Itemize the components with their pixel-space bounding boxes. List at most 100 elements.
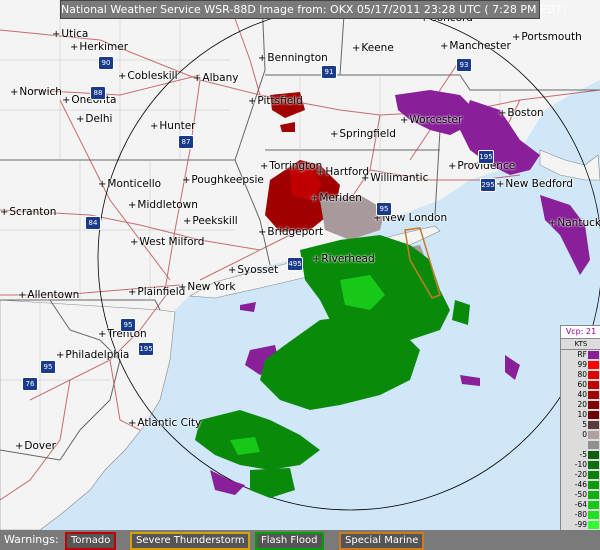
city-label: Philadelphia [56,349,129,362]
legend-entry-label: -5 [579,450,587,459]
legend-color-swatch [588,461,599,469]
interstate-shield: 95 [40,360,56,374]
legend-entry-label: 20 [577,400,587,409]
legend-entry: 20 [561,400,600,410]
city-label: Nantucket [548,217,600,230]
legend-color-swatch [588,351,599,359]
legend-color-swatch [588,451,599,459]
city-label: Springfield [330,128,396,141]
legend-entry-label: -99 [574,520,587,529]
city-label: Dover [15,440,56,453]
legend-color-swatch [588,391,599,399]
radar-image-title: National Weather Service WSR-88D Image f… [60,0,566,19]
legend-scale: RF99806040201050-5-10-20-46-50-64-80-99N… [561,350,600,530]
legend-entry-label: 80 [577,370,587,379]
legend-entry-label: 5 [582,420,587,429]
city-label: Plainfield [128,286,185,299]
city-label: Cobleskill [118,70,177,83]
velocity-legend: Vcp: 21 KTS RF 99 80 60 40 20 10 5 0 -5 -10 -20 -46-… [560,325,600,530]
city-label: Herkimer [70,41,128,54]
legend-entry-label: 60 [577,380,587,389]
interstate-shield: 87 [178,135,194,149]
legend-color-swatch [588,421,599,429]
legend-color-swatch [588,441,599,449]
legend-entry: -5 [561,450,600,460]
legend-color-swatch [588,491,599,499]
city-label: Peekskill [183,215,237,228]
city-label: Scranton [0,206,56,219]
city-label: New Bedford [496,178,573,191]
interstate-shield: 95 [120,318,136,332]
legend-color-swatch [588,371,599,379]
legend-entry-label: -50 [574,490,587,499]
city-label: Manchester [440,40,510,53]
warning-tornado[interactable]: Tornado [65,532,117,550]
city-label: Portsmouth [512,31,581,44]
city-label: Middletown [128,199,197,212]
legend-entry: RF [561,350,600,360]
legend-entry: -20 [561,470,600,480]
legend-color-swatch [588,431,599,439]
legend-color-swatch [588,381,599,389]
legend-entry-label: RF [577,350,587,359]
legend-color-swatch [588,481,599,489]
warning-severe-thunderstorm[interactable]: Severe Thunderstorm [130,532,251,550]
city-label: West Milford [130,236,204,249]
legend-entry-label: 99 [577,360,587,369]
city-label: Norwich [10,86,62,99]
legend-entry-label: -10 [574,460,587,469]
legend-entry: -80 [561,510,600,520]
legend-product: Vcp: 21 [561,326,600,339]
legend-entry: 10 [561,410,600,420]
interstate-shield: 295 [480,178,496,192]
radar-map[interactable]: Utica Herkimer Cobleskill Albany Benning… [0,0,600,530]
city-label: Worcester [400,114,462,127]
legend-entry: -99 [561,520,600,530]
legend-entry: -46 [561,480,600,490]
city-label: Keene [352,42,393,55]
city-label: Utica [52,28,88,41]
legend-color-swatch [588,411,599,419]
legend-color-swatch [588,501,599,509]
interstate-shield: 76 [22,377,38,391]
warnings-title: Warnings: [4,533,59,546]
legend-entry-label: 0 [582,430,587,439]
city-label: Poughkeepsie [182,174,264,187]
legend-entry: -64 [561,500,600,510]
legend-entry: 40 [561,390,600,400]
interstate-shield: 195 [138,342,154,356]
interstate-shield: 88 [90,86,106,100]
city-label: Delhi [76,113,112,126]
city-label: Hunter [150,120,195,133]
interstate-shield: 90 [98,56,114,70]
legend-entry-label: 10 [577,410,587,419]
city-label: Pittsfield [248,95,302,108]
interstate-shield: 95 [376,202,392,216]
legend-color-swatch [588,361,599,369]
legend-entry: 80 [561,370,600,380]
city-label: Willimantic [361,172,428,185]
city-label: Riverhead [312,253,374,266]
legend-entry [561,440,600,450]
legend-entry-label: -46 [574,480,587,489]
legend-entry: 99 [561,360,600,370]
city-label: Albany [193,72,238,85]
interstate-shield: 195 [478,150,494,164]
warning-flash-flood[interactable]: Flash Flood [255,532,324,550]
city-label: Meriden [310,192,362,205]
interstate-shield: 93 [456,58,472,72]
city-label: Monticello [98,178,161,191]
legend-entry: -50 [561,490,600,500]
city-label: Bennington [258,52,327,65]
legend-color-swatch [588,471,599,479]
legend-entry: 0 [561,430,600,440]
legend-entry-label: -64 [574,500,587,509]
interstate-shield: 91 [321,65,337,79]
warning-special-marine[interactable]: Special Marine [339,532,425,550]
legend-entry-label: -80 [574,510,587,519]
legend-entry: 60 [561,380,600,390]
warnings-bar: Warnings: Tornado Severe Thunderstorm Fl… [0,530,600,550]
city-label: Bridgeport [258,226,323,239]
city-label: New York [178,281,235,294]
interstate-shield: 84 [85,216,101,230]
